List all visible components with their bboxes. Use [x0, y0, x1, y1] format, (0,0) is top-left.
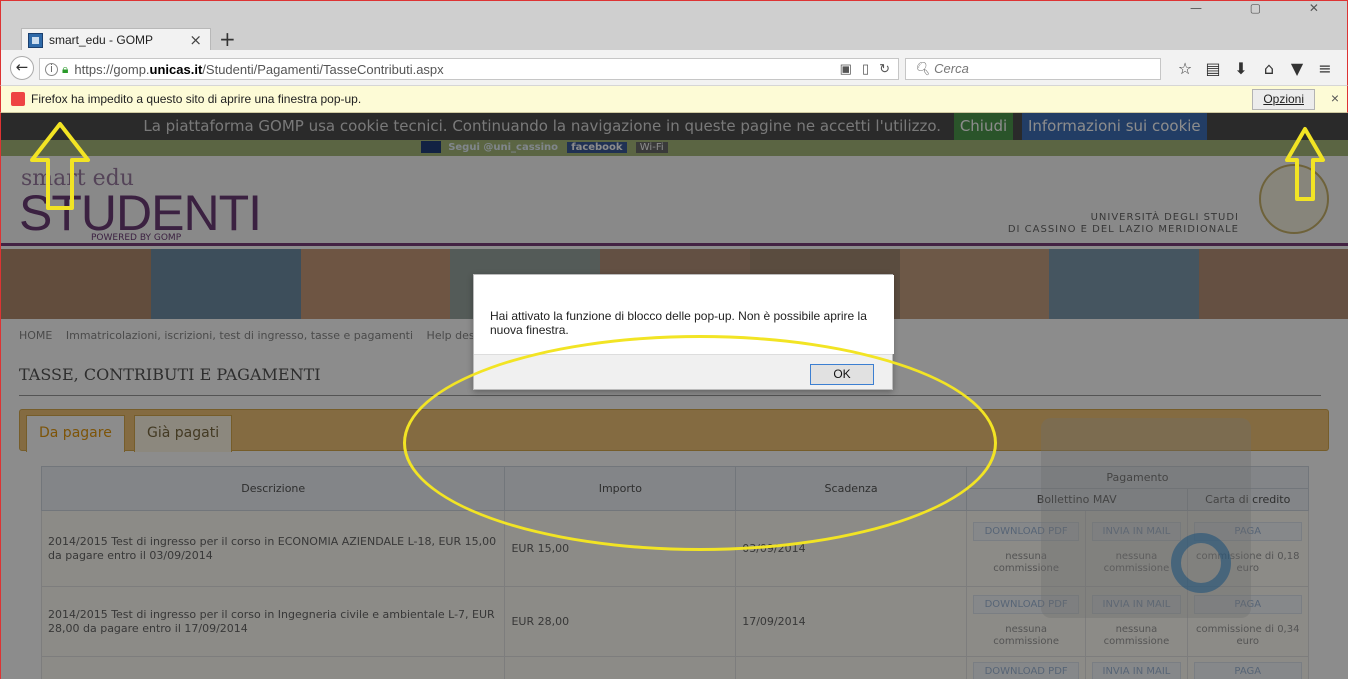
dialog-footer: OK [474, 354, 892, 389]
popup-blocked-icon[interactable]: ▣ [840, 61, 852, 76]
search-placeholder: Cerca [934, 61, 969, 76]
popup-blocked-message: Firefox ha impedito a questo sito di apr… [31, 92, 362, 106]
site-info-icon[interactable]: i [45, 62, 58, 76]
home-icon[interactable]: ⌂ [1255, 59, 1283, 78]
url-actions: ▣ ▯ ↻ [830, 61, 890, 77]
browser-tab[interactable]: smart_edu - GOMP × [21, 28, 211, 51]
popup-blocked-bar: Firefox ha impedito a questo sito di apr… [0, 86, 1348, 113]
url-prefix: https://gomp. [74, 61, 150, 77]
bookmark-star-icon[interactable]: ☆ [1171, 59, 1199, 78]
reload-icon[interactable]: ↻ [879, 61, 890, 76]
modal-backdrop [1, 113, 1348, 679]
dialog-message: Hai attivato la funzione di blocco delle… [474, 275, 894, 354]
browser-titlebar: — ▢ ✕ smart_edu - GOMP × + [0, 0, 1348, 51]
download-icon[interactable]: ⬇ [1227, 59, 1255, 78]
popup-blocked-dialog: Hai attivato la funzione di blocco delle… [473, 274, 894, 390]
reader-view-icon[interactable]: ▯ [862, 61, 869, 76]
search-input[interactable]: 🔍︎ Cerca [905, 58, 1161, 80]
browser-navbar: ← i 🔒︎ https://gomp. unicas.it/Studenti/P… [0, 50, 1348, 86]
tab-title: smart_edu - GOMP [49, 33, 154, 47]
ok-button[interactable]: OK [810, 364, 874, 385]
url-host: unicas.it [149, 61, 203, 77]
new-tab-button[interactable]: + [219, 27, 236, 51]
window-controls[interactable]: — ▢ ✕ [1190, 1, 1341, 15]
url-bar[interactable]: i 🔒︎ https://gomp. unicas.it/Studenti/Pag… [39, 58, 899, 80]
back-button[interactable]: ← [10, 56, 34, 80]
url-path: /Studenti/Pagamenti/TasseContributi.aspx [202, 61, 444, 77]
bookmarks-list-icon[interactable]: ▤ [1199, 59, 1227, 78]
pocket-icon[interactable]: ▼ [1283, 59, 1311, 78]
menu-icon[interactable]: ≡ [1311, 59, 1339, 78]
popup-blocked-warning-icon [11, 92, 25, 106]
web-page: La piattaforma GOMP usa cookie tecnici. … [0, 113, 1348, 679]
popup-options-button[interactable]: Opzioni [1252, 89, 1315, 110]
popup-bar-close-icon[interactable]: × [1331, 90, 1339, 106]
toolbar-icons: ☆ ▤ ⬇ ⌂ ▼ ≡ [1171, 59, 1339, 78]
lock-icon: 🔒︎ [62, 61, 69, 76]
site-favicon-icon [28, 32, 43, 48]
tab-close-icon[interactable]: × [189, 31, 202, 49]
